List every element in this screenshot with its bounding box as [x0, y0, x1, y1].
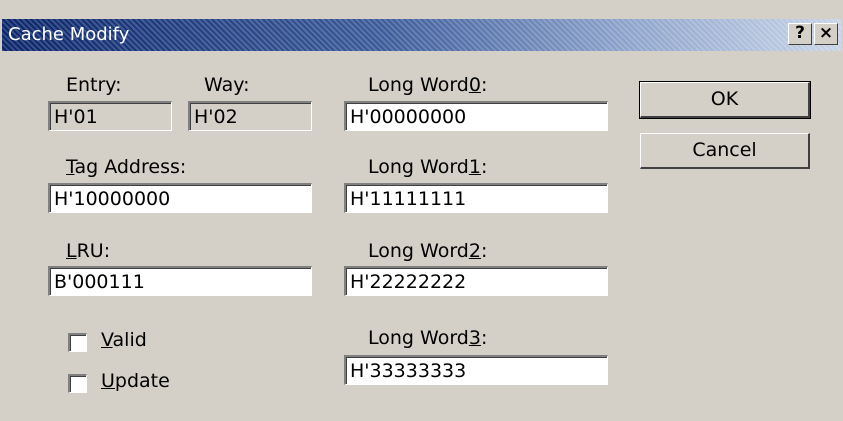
close-button[interactable]: ×	[814, 23, 838, 45]
cancel-button[interactable]: Cancel	[640, 133, 810, 169]
long-word-0-label: Long Word0:	[368, 74, 488, 96]
long-word-2-input[interactable]: H'22222222	[344, 266, 608, 296]
long-word-3-input[interactable]: H'33333333	[344, 355, 608, 385]
update-accelerator: U	[101, 370, 115, 392]
valid-label[interactable]: Valid	[101, 329, 147, 351]
window-title: Cache Modify	[8, 24, 130, 45]
long-word-3-label: Long Word3:	[368, 327, 488, 349]
valid-checkbox[interactable]	[68, 333, 87, 352]
update-label[interactable]: Update	[101, 370, 170, 392]
lru-input[interactable]: B'000111	[48, 266, 312, 296]
tag-address-input[interactable]: H'10000000	[48, 183, 312, 213]
entry-label: Entry:	[66, 74, 122, 96]
tag-address-label: Tag Address:	[66, 156, 187, 178]
entry-field: H'01	[48, 101, 172, 131]
lru-accelerator: L	[66, 240, 77, 262]
long-word-2-label: Long Word2:	[368, 240, 488, 262]
title-bar[interactable]: Cache Modify ? ×	[2, 19, 841, 51]
cache-modify-dialog: Cache Modify ? × Entry: H'01 Way: H'02 T…	[0, 0, 843, 421]
lru-label: LRU:	[66, 240, 111, 262]
update-checkbox[interactable]	[68, 374, 87, 393]
way-field: H'02	[188, 101, 312, 131]
ok-button[interactable]: OK	[639, 81, 811, 119]
help-button[interactable]: ?	[788, 23, 812, 45]
valid-accelerator: V	[101, 329, 113, 351]
long-word-1-input[interactable]: H'11111111	[344, 183, 608, 213]
way-label: Way:	[204, 74, 250, 96]
long-word-1-label: Long Word1:	[368, 156, 488, 178]
long-word-0-input[interactable]: H'00000000	[344, 101, 608, 131]
